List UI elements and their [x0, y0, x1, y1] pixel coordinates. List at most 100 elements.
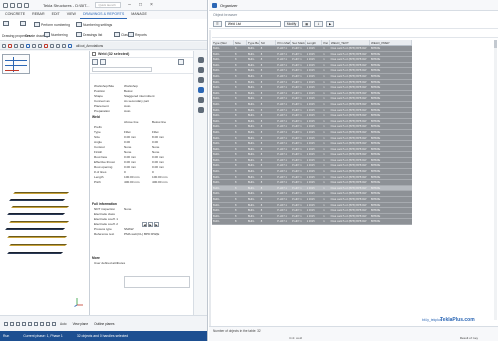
quick-launch-search[interactable]: Quick launch	[95, 2, 122, 8]
scrollbar-thumb[interactable]	[494, 40, 497, 48]
tab-manage[interactable]: MANAGE	[128, 11, 150, 19]
col-pattern[interactable]: Pat	[322, 40, 330, 45]
plan-view-thumbnail[interactable]	[2, 54, 30, 74]
above-line-value[interactable]: None	[124, 145, 131, 149]
current-phase[interactable]: Current phase: 1, Phase 1	[23, 334, 63, 338]
settings-icon[interactable]	[100, 59, 106, 65]
snap-mode-auto[interactable]: Auto	[60, 322, 67, 326]
view-plane-dropdown[interactable]: View plane	[73, 322, 89, 326]
forward-icon[interactable]: ▶	[325, 20, 335, 27]
weld-select-icon[interactable]	[38, 43, 42, 48]
snap-any-icon[interactable]	[52, 321, 56, 326]
property-value[interactable]: Auto	[124, 109, 130, 113]
above-line-value[interactable]: 0.00 mm	[124, 165, 136, 169]
table-scrollbar[interactable]	[494, 40, 497, 320]
assembly-select-icon[interactable]	[26, 43, 30, 48]
col-weld-prep[interactable]: WELD_PREP	[370, 40, 413, 45]
reference-select-icon[interactable]	[62, 43, 66, 48]
save-icon[interactable]	[10, 2, 15, 8]
beam[interactable]	[9, 199, 65, 201]
grid-icon[interactable]	[198, 107, 204, 113]
snap-line-icon[interactable]	[40, 321, 44, 326]
beam[interactable]	[7, 252, 63, 254]
perform-numbering-button[interactable]: Perform numbering	[34, 22, 70, 27]
select-icon[interactable]	[2, 43, 6, 48]
tab-concrete[interactable]: CONCRETE	[2, 11, 28, 19]
maximize-button[interactable]: □	[137, 2, 143, 8]
below-line-value[interactable]: None	[152, 150, 159, 154]
modify-button[interactable]: Modify	[283, 20, 300, 27]
beam[interactable]	[9, 221, 69, 223]
more-icon[interactable]	[178, 59, 184, 65]
above-line-value[interactable]: None	[124, 150, 131, 154]
point-select-icon[interactable]	[50, 43, 54, 48]
above-line-value[interactable]: 400.00 mm	[124, 180, 139, 184]
col-type-above[interactable]: Type (Wel	[212, 40, 234, 45]
organizer-filter-bar[interactable]	[212, 30, 498, 38]
col-length[interactable]: Length	[306, 40, 323, 45]
property-value[interactable]: Below	[124, 89, 132, 93]
below-line-value[interactable]: Fillet	[152, 130, 159, 134]
full-info-value[interactable]: SMAW	[124, 227, 134, 231]
tab-view[interactable]: VIEW	[64, 11, 79, 19]
property-value[interactable]: Staggered intermittent	[124, 94, 154, 98]
below-line-value[interactable]: 0	[152, 170, 154, 174]
beam[interactable]	[7, 236, 67, 238]
snap-icon[interactable]	[8, 43, 12, 48]
below-line-value[interactable]: 0.00 mm	[152, 160, 164, 164]
below-line-value[interactable]: 400.00 mm	[152, 180, 167, 184]
view-select-icon[interactable]	[68, 43, 72, 48]
above-line-value[interactable]: 0.00	[124, 140, 130, 144]
close-button[interactable]: ×	[148, 2, 154, 8]
reference-text-field[interactable]	[124, 276, 190, 288]
export-icon[interactable]: ⇩	[314, 20, 323, 27]
full-info-value[interactable]: None	[124, 207, 131, 211]
user-defined-attributes-button[interactable]: User defined attributes	[90, 261, 193, 266]
above-line-value[interactable]: 0.00 mm	[124, 155, 136, 159]
beam[interactable]	[11, 206, 69, 208]
properties-icon[interactable]	[198, 57, 204, 63]
tab-rebar[interactable]: REBAR	[29, 11, 47, 19]
snap-mid-icon[interactable]	[16, 321, 20, 326]
outline-planes-dropdown[interactable]: Outline planes	[94, 322, 114, 326]
selection-filter-dropdown[interactable]: all/out_Annotations	[76, 44, 103, 48]
tab-edit[interactable]: EDIT	[49, 11, 63, 19]
above-line-value[interactable]: 0.00 mm	[124, 160, 136, 164]
below-line-value[interactable]: 0.00 mm	[152, 155, 164, 159]
component-select-icon[interactable]	[20, 43, 24, 48]
above-line-value[interactable]: Fillet	[124, 130, 131, 134]
beam[interactable]	[5, 228, 65, 230]
numbering-settings-button[interactable]: Numbering settings	[76, 22, 112, 27]
gear-icon[interactable]	[198, 87, 204, 93]
apply-icon[interactable]	[92, 59, 98, 65]
clash-check-icon[interactable]	[198, 97, 204, 103]
col-sec-mark[interactable]: Sec Mark	[291, 40, 306, 45]
full-info-value[interactable]: PMA web(CL) BPD RW(E	[124, 232, 159, 236]
above-line-value[interactable]: 0.00 mm	[124, 135, 136, 139]
views-icon[interactable]	[198, 67, 204, 73]
col-size[interactable]: Size	[234, 40, 247, 45]
beam[interactable]	[7, 213, 65, 215]
snap-end-icon[interactable]	[10, 321, 14, 326]
model-viewport[interactable]	[0, 51, 89, 315]
property-row[interactable]: Pitch 400.00 mm 400.00 mm	[90, 180, 193, 185]
undo-icon[interactable]	[17, 2, 22, 8]
property-value[interactable]: Auto	[124, 104, 130, 108]
below-line-value[interactable]: 8.00 mm	[152, 135, 164, 139]
table-row[interactable]: BHFL 8 BHFL 8 P-HF7.1 P-HF7.1 1 3315 1 FHat weld…	[212, 219, 412, 225]
reports-button[interactable]: Reports	[128, 32, 147, 37]
below-line-value[interactable]: 0.00 mm	[152, 165, 164, 169]
drawing-properties-button[interactable]	[3, 21, 9, 26]
col-prim-mark[interactable]: Prim Mark	[276, 40, 292, 45]
above-line-value[interactable]: 100.00 mm	[124, 175, 139, 179]
snap-point-icon[interactable]	[4, 321, 8, 326]
category-field[interactable]: Weld List	[224, 20, 281, 27]
snap-center-icon[interactable]	[22, 321, 26, 326]
snap-intersect-icon[interactable]	[28, 321, 32, 326]
bolt-select-icon[interactable]	[32, 43, 36, 48]
minimize-button[interactable]: –	[126, 2, 132, 8]
snap-near-icon[interactable]	[46, 321, 50, 326]
property-row[interactable]: Reference text PMA web(CL) BPD RW(E	[90, 232, 193, 237]
menu-icon[interactable]: ☰	[213, 20, 222, 27]
below-line-value[interactable]: 100.00 mm	[152, 175, 167, 179]
